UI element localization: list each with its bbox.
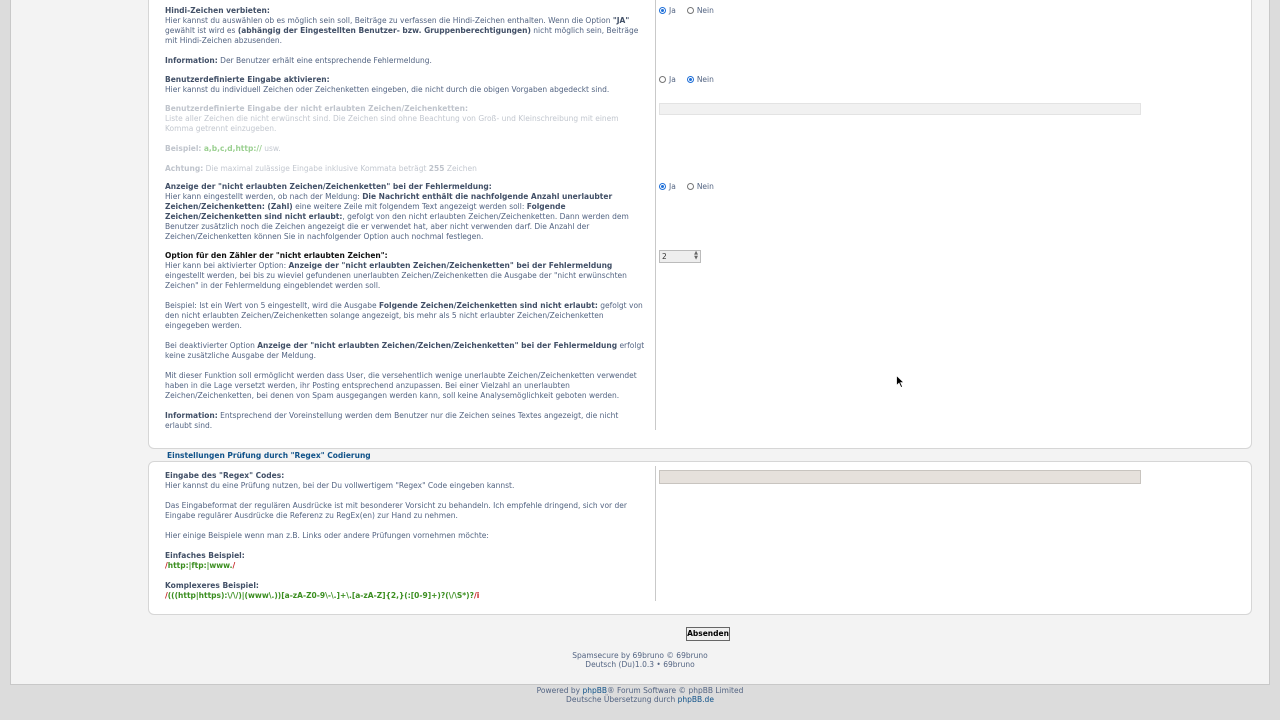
custom-chars-title: Benutzerdefinierte Eingabe der nicht erl… — [165, 104, 468, 113]
custom-radio-yes[interactable] — [659, 76, 666, 83]
phpbb-link[interactable]: phpBB — [582, 686, 607, 695]
custom-input-title: Benutzerdefinierte Eingabe aktivieren: — [165, 75, 330, 84]
hindi-radio-no[interactable] — [686, 7, 694, 14]
stepper-arrows-icon[interactable]: ▲ ▼ — [694, 251, 698, 261]
custom-radio-group: Ja Nein — [659, 75, 722, 84]
counter-number-input[interactable]: 2 ▲ ▼ — [659, 250, 701, 263]
display-radio-group: Ja Nein — [659, 182, 722, 191]
display-radio-yes[interactable] — [659, 183, 666, 190]
display-setting-description: Anzeige der "nicht erlaubten Zeichen/Zei… — [165, 182, 645, 242]
regex-code-input[interactable] — [659, 470, 1141, 484]
display-radio-no[interactable] — [686, 183, 694, 190]
submit-button[interactable]: Absenden — [686, 627, 730, 641]
custom-chars-input[interactable] — [659, 103, 1141, 115]
regex-setting-title: Eingabe des "Regex" Codes: — [165, 471, 285, 480]
site-footer: Powered by phpBB® Forum Software © phpBB… — [536, 686, 744, 704]
hindi-radio-group: Ja Nein — [659, 6, 722, 15]
display-setting-title: Anzeige der "nicht erlaubten Zeichen/Zei… — [165, 182, 492, 191]
mouse-cursor-icon — [896, 375, 905, 388]
regex-setting-description: Eingabe des "Regex" Codes: Hier kannst d… — [165, 471, 645, 601]
hindi-radio-yes[interactable] — [659, 7, 666, 14]
counter-setting-description: Option für den Zähler der "nicht erlaubt… — [165, 251, 645, 430]
counter-setting-title: Option für den Zähler der "nicht erlaubt… — [165, 251, 388, 260]
custom-chars-description: Benutzerdefinierte Eingabe der nicht erl… — [165, 104, 645, 174]
column-divider-2 — [655, 466, 656, 601]
hindi-setting-description: Hindi-Zeichen verbieten: Hier kannst du … — [165, 6, 645, 66]
custom-input-description: Benutzerdefinierte Eingabe aktivieren: H… — [165, 75, 645, 95]
phpbb-de-link[interactable]: phpBB.de — [678, 695, 714, 704]
regex-section-legend: Einstellungen Prüfung durch "Regex" Codi… — [165, 451, 373, 460]
column-divider — [655, 0, 656, 430]
hindi-setting-title: Hindi-Zeichen verbieten: — [165, 6, 270, 15]
custom-radio-no[interactable] — [686, 76, 694, 83]
extension-credit: Spamsecure by 69bruno © 69bruno Deutsch … — [572, 651, 708, 669]
